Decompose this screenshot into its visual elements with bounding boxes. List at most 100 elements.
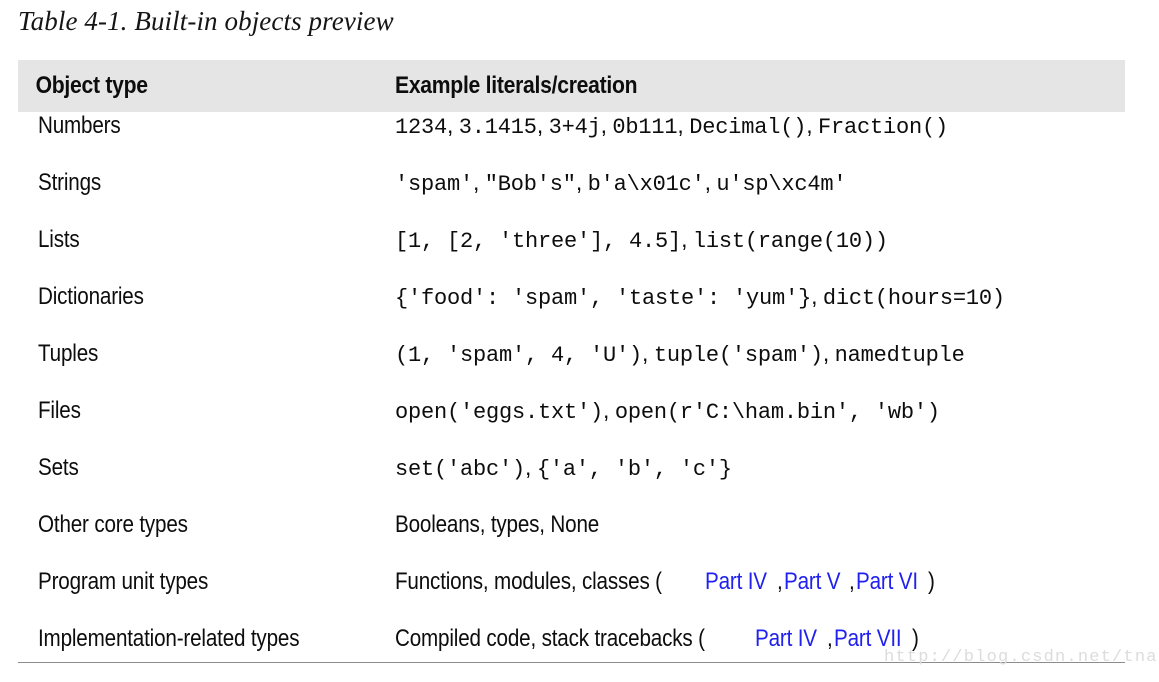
example-literals-text: (1, 'spam', 4, 'U'), tuple('spam'), name… xyxy=(395,340,965,368)
table-page: Table 4-1. Built-in objects preview Obje… xyxy=(0,0,1159,681)
cell-object-type: Implementation-related types xyxy=(18,625,395,653)
table-row: Other core types Booleans, types, None xyxy=(18,511,1125,568)
code-fragment: {'a', 'b', 'c'} xyxy=(536,457,732,482)
code-fragment: , xyxy=(827,625,833,652)
code-fragment: , xyxy=(473,169,485,195)
object-type-label: Program unit types xyxy=(38,568,209,595)
column-header-object-type: Object type xyxy=(35,72,148,99)
cell-object-type: Lists xyxy=(18,226,395,254)
cell-object-type: Numbers xyxy=(18,112,395,140)
table-row: Dictionaries {'food': 'spam', 'taste': 'y… xyxy=(18,283,1125,340)
cell-example-literals: 1234, 3.1415, 3+4j, 0b111, Decimal(), Fr… xyxy=(395,112,1125,140)
code-fragment: , xyxy=(806,112,818,138)
code-fragment: Compiled code, stack tracebacks ( xyxy=(395,625,705,652)
example-literals-text: {'food': 'spam', 'taste': 'yum'}, dict(h… xyxy=(395,283,1005,311)
code-fragment: , xyxy=(447,112,459,138)
code-fragment: , xyxy=(704,169,717,195)
cell-example-literals: Booleans, types, None xyxy=(395,511,1125,539)
cell-example-literals: 'spam', "Bob's", b'a\x01c', u'sp\xc4m' xyxy=(395,169,1125,197)
table-row: Numbers 1234, 3.1415, 3+4j, 0b111, Decima… xyxy=(18,112,1125,169)
cell-example-literals: Functions, modules, classes ( Part IV, Pa… xyxy=(395,568,1125,596)
example-literals-text: Booleans, types, None xyxy=(395,511,632,539)
cell-example-literals: {'food': 'spam', 'taste': 'yum'}, dict(h… xyxy=(395,283,1125,311)
code-fragment: 1234 xyxy=(395,115,448,140)
cell-example-literals: (1, 'spam', 4, 'U'), tuple('spam'), name… xyxy=(395,340,1125,368)
code-fragment: , xyxy=(681,226,693,252)
table-body: Numbers 1234, 3.1415, 3+4j, 0b111, Decima… xyxy=(18,112,1125,682)
example-literals-text: Functions, modules, classes ( Part IV, Pa… xyxy=(395,568,936,596)
object-type-label: Files xyxy=(38,397,81,424)
code-fragment: 3.1415 xyxy=(458,115,537,140)
code-fragment: Booleans, types, None xyxy=(395,511,600,538)
object-type-label: Implementation-related types xyxy=(38,625,300,652)
column-header-example-literals: Example literals/creation xyxy=(395,72,638,99)
object-type-label: Other core types xyxy=(38,511,188,538)
code-fragment: list(range(10)) xyxy=(692,229,888,254)
part-reference-link[interactable]: Part V xyxy=(784,568,841,596)
part-reference-link[interactable]: Part IV xyxy=(755,625,817,653)
code-fragment: {'food': 'spam', 'taste': 'yum'} xyxy=(395,286,812,311)
table-caption: Table 4-1. Built-in objects preview xyxy=(18,6,394,36)
code-fragment: (1, 'spam', 4, 'U') xyxy=(395,343,643,368)
code-fragment: , xyxy=(600,112,613,138)
code-fragment: Functions, modules, classes ( xyxy=(395,568,662,595)
code-fragment: dict(hours=10) xyxy=(822,286,1005,311)
code-fragment: [1, [2, 'three'], 4.5] xyxy=(395,229,682,254)
code-fragment: open(r'C:\ham.bin', 'wb') xyxy=(614,400,940,425)
code-fragment: Decimal() xyxy=(689,115,807,140)
object-type-label: Tuples xyxy=(38,340,99,367)
code-fragment: 3+4j xyxy=(548,115,601,140)
code-fragment: , xyxy=(777,568,783,595)
code-fragment: b'a\x01c' xyxy=(587,172,705,197)
cell-object-type: Other core types xyxy=(18,511,395,539)
code-fragment: set('abc') xyxy=(395,457,526,482)
code-fragment: namedtuple xyxy=(834,343,965,368)
cell-object-type: Strings xyxy=(18,169,395,197)
object-type-label: Dictionaries xyxy=(38,283,144,310)
watermark-text: http://blog.csdn.net/tnaig xyxy=(884,648,1159,667)
code-fragment: , xyxy=(536,112,549,138)
code-fragment: , xyxy=(525,454,537,480)
code-fragment: "Bob's" xyxy=(484,172,576,197)
code-fragment: tuple('spam') xyxy=(653,343,823,368)
example-literals-text: Compiled code, stack tracebacks ( Part IV… xyxy=(395,625,920,653)
table-row: Files open('eggs.txt'), open(r'C:\ham.bin… xyxy=(18,397,1125,454)
code-fragment: , xyxy=(822,340,835,366)
object-type-label: Lists xyxy=(38,226,80,253)
table-row: Strings 'spam', "Bob's", b'a\x01c', u'sp\… xyxy=(18,169,1125,226)
cell-object-type: Sets xyxy=(18,454,395,482)
example-literals-text: open('eggs.txt'), open(r'C:\ham.bin', 'w… xyxy=(395,397,940,425)
cell-example-literals: set('abc'), {'a', 'b', 'c'} xyxy=(395,454,1125,482)
code-fragment: 0b111 xyxy=(612,115,678,140)
object-type-label: Numbers xyxy=(38,112,121,139)
example-literals-text: set('abc'), {'a', 'b', 'c'} xyxy=(395,454,732,482)
cell-object-type: Dictionaries xyxy=(18,283,395,311)
code-fragment: Fraction() xyxy=(818,115,949,140)
code-fragment: , xyxy=(677,112,690,138)
code-fragment: , xyxy=(575,169,588,195)
code-fragment: ) xyxy=(927,568,935,595)
cell-example-literals: open('eggs.txt'), open(r'C:\ham.bin', 'w… xyxy=(395,397,1125,425)
part-reference-link[interactable]: Part IV xyxy=(705,568,767,596)
cell-object-type: Program unit types xyxy=(18,568,395,596)
code-fragment: , xyxy=(642,340,654,366)
code-fragment: u'sp\xc4m' xyxy=(716,172,847,197)
example-literals-text: 1234, 3.1415, 3+4j, 0b111, Decimal(), Fr… xyxy=(395,112,948,140)
cell-object-type: Tuples xyxy=(18,340,395,368)
code-fragment: open('eggs.txt') xyxy=(395,400,604,425)
object-type-label: Strings xyxy=(38,169,102,196)
cell-object-type: Files xyxy=(18,397,395,425)
code-fragment: 'spam' xyxy=(395,172,474,197)
code-fragment: , xyxy=(603,397,615,423)
part-reference-link[interactable]: Part VI xyxy=(856,568,918,596)
example-literals-text: 'spam', "Bob's", b'a\x01c', u'sp\xc4m' xyxy=(395,169,847,197)
example-literals-text: [1, [2, 'three'], 4.5], list(range(10)) xyxy=(395,226,888,254)
object-type-label: Sets xyxy=(38,454,79,481)
table-header-row: Object type Example literals/creation xyxy=(18,60,1125,112)
table-row: Lists [1, [2, 'three'], 4.5], list(range(… xyxy=(18,226,1125,283)
cell-example-literals: [1, [2, 'three'], 4.5], list(range(10)) xyxy=(395,226,1125,254)
table-row: Sets set('abc'), {'a', 'b', 'c'} xyxy=(18,454,1125,511)
code-fragment: , xyxy=(811,283,823,309)
table-row: Tuples (1, 'spam', 4, 'U'), tuple('spam')… xyxy=(18,340,1125,397)
builtin-objects-table: Object type Example literals/creation Nu… xyxy=(18,60,1125,682)
